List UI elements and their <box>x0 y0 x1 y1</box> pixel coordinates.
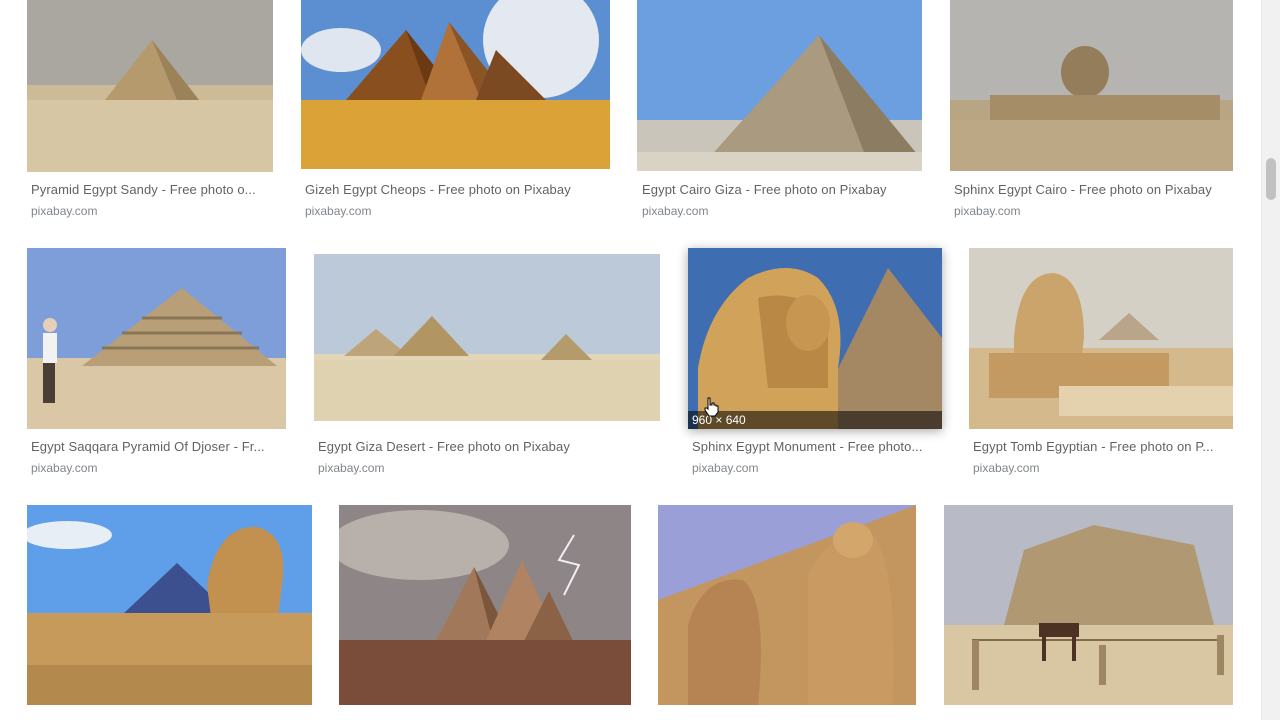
result-thumbnail[interactable] <box>27 505 312 705</box>
result-thumbnail[interactable] <box>944 505 1233 705</box>
result-source: pixabay.com <box>692 461 759 475</box>
result-title[interactable]: Sphinx Egypt Monument - Free photo... <box>692 439 942 454</box>
result-source: pixabay.com <box>305 204 372 218</box>
result-thumbnail[interactable] <box>969 248 1233 429</box>
result-title[interactable]: Egypt Tomb Egyptian - Free photo on P... <box>973 439 1233 454</box>
result-thumbnail[interactable]: 960 × 640 <box>688 248 942 429</box>
result-thumbnail[interactable] <box>301 0 610 169</box>
result-title[interactable]: Egypt Giza Desert - Free photo on Pixaba… <box>318 439 660 454</box>
result-thumbnail[interactable] <box>339 505 631 705</box>
hand-pointer-icon <box>704 397 719 417</box>
scrollbar-thumb[interactable] <box>1266 158 1276 200</box>
result-thumbnail[interactable] <box>314 254 660 421</box>
result-title[interactable]: Sphinx Egypt Cairo - Free photo on Pixab… <box>954 182 1234 197</box>
vertical-scrollbar[interactable] <box>1261 0 1280 720</box>
result-title[interactable]: Egypt Cairo Giza - Free photo on Pixabay <box>642 182 922 197</box>
result-source: pixabay.com <box>31 461 98 475</box>
result-source: pixabay.com <box>642 204 709 218</box>
result-thumbnail[interactable] <box>950 0 1233 171</box>
result-source: pixabay.com <box>318 461 385 475</box>
image-dimensions-badge: 960 × 640 <box>688 411 942 429</box>
result-thumbnail[interactable] <box>637 0 922 171</box>
result-thumbnail[interactable] <box>27 0 273 172</box>
result-title[interactable]: Egypt Saqqara Pyramid Of Djoser - Fr... <box>31 439 286 454</box>
result-title[interactable]: Gizeh Egypt Cheops - Free photo on Pixab… <box>305 182 610 197</box>
result-source: pixabay.com <box>954 204 1021 218</box>
result-thumbnail[interactable] <box>27 248 286 429</box>
result-source: pixabay.com <box>31 204 98 218</box>
result-title[interactable]: Pyramid Egypt Sandy - Free photo o... <box>31 182 273 197</box>
result-thumbnail[interactable] <box>658 505 916 705</box>
result-source: pixabay.com <box>973 461 1040 475</box>
